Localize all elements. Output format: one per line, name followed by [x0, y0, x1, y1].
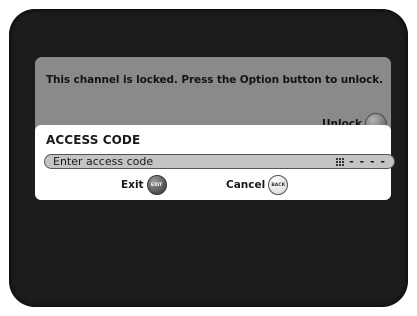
code-entry-indicator: - - - -: [336, 155, 386, 168]
code-slots: - - - -: [349, 155, 386, 168]
exit-button[interactable]: Exit EXIT: [121, 175, 167, 195]
back-button-icon: BACK: [268, 175, 289, 195]
dialog-title: ACCESS CODE: [46, 133, 141, 147]
cancel-label: Cancel: [226, 179, 266, 191]
exit-button-icon: EXIT: [146, 175, 167, 195]
locked-message: This channel is locked. Press the Option…: [46, 74, 384, 86]
access-code-dialog: ACCESS CODE Enter access code - - - - Ex…: [35, 125, 395, 200]
cancel-button[interactable]: Cancel BACK: [226, 175, 289, 195]
access-code-placeholder: Enter access code: [53, 155, 154, 168]
exit-label: Exit: [121, 179, 144, 191]
tv-screen: This channel is locked. Press the Option…: [9, 9, 408, 307]
keypad-icon: [336, 157, 345, 166]
access-code-input[interactable]: Enter access code - - - -: [44, 154, 395, 169]
